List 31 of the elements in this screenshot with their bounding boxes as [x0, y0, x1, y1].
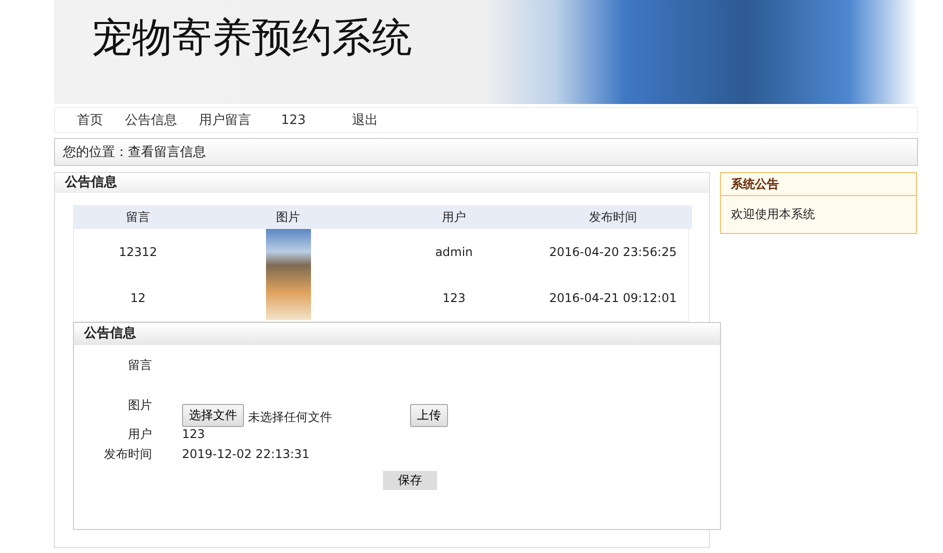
field-value: 2019-12-02 22:13:31	[182, 446, 310, 463]
table-cell-text: admin	[434, 244, 474, 261]
field-label: 发布时间	[103, 446, 153, 463]
breadcrumb-text: 您的位置：查看留言信息	[63, 144, 206, 161]
table-cell-text: 12312	[118, 244, 158, 261]
field-label: 留言	[127, 357, 153, 374]
field-label: 用户	[127, 426, 153, 443]
table-cell-text: 2016-04-20 23:56:25	[548, 244, 678, 261]
table-cell-text: 12	[129, 290, 147, 307]
nav-link[interactable]: 退出	[352, 111, 378, 129]
choose-file-button[interactable]: 选择文件	[182, 404, 244, 427]
announcement-title: 系统公告	[721, 173, 916, 196]
nav-link[interactable]: 公告信息	[125, 111, 177, 129]
table-cell-text: 2016-04-21 09:12:01	[548, 290, 678, 307]
field-value: 123	[182, 426, 205, 443]
nav-link[interactable]: 用户留言	[199, 111, 251, 129]
save-button[interactable]: 保存	[383, 471, 437, 490]
site-title: 宠物寄养预约系统	[92, 14, 412, 62]
upload-button[interactable]: 上传	[410, 404, 448, 427]
form-title: 公告信息	[74, 323, 720, 345]
column-header: 发布时间	[534, 206, 692, 229]
file-status: 未选择任何文件	[248, 409, 332, 426]
column-header: 用户	[374, 206, 534, 229]
table-cell-text: 123	[442, 290, 466, 307]
nav-link[interactable]: 首页	[77, 111, 103, 129]
column-header: 图片	[202, 206, 374, 229]
panel-title: 公告信息	[55, 173, 709, 193]
field-label: 图片	[127, 397, 153, 414]
announcement-text: 欢迎使用本系统	[730, 206, 816, 223]
column-header: 留言	[74, 206, 202, 229]
nav-link[interactable]: 123	[281, 112, 306, 128]
